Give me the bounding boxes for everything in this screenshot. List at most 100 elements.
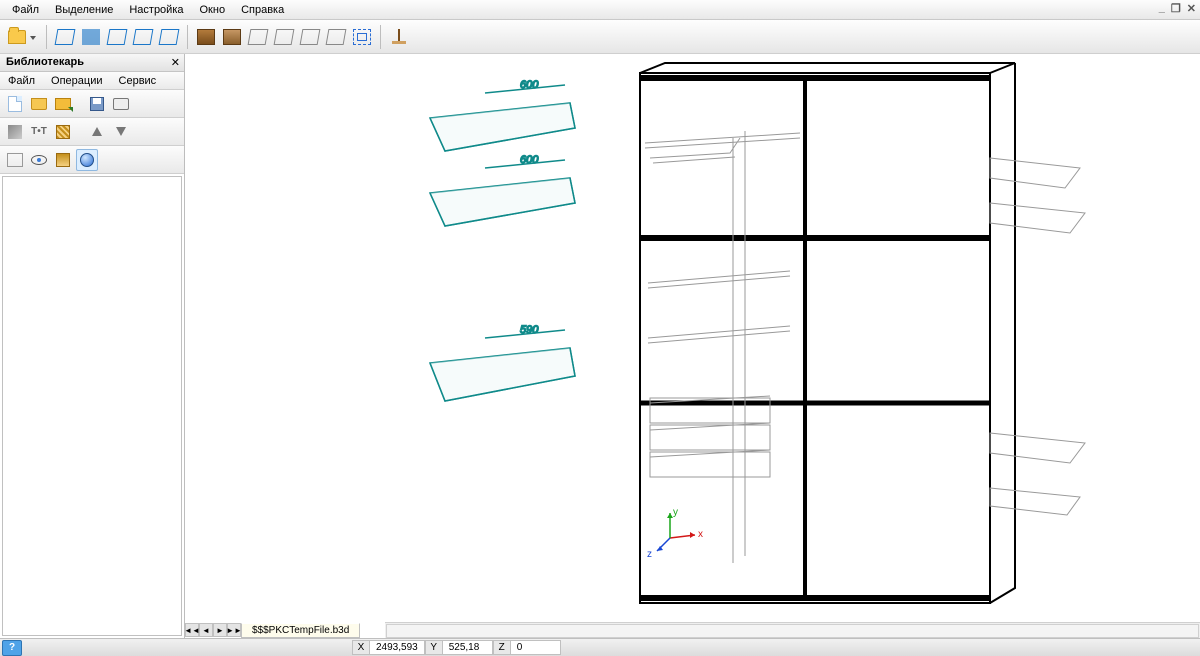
help-button[interactable]: ? (2, 640, 22, 656)
dimension-label: 590 (520, 324, 539, 336)
panel-grid-button[interactable] (52, 149, 74, 171)
panel-title: Библиотекарь ✕ (0, 54, 184, 72)
panel-eye-button[interactable] (28, 149, 50, 171)
toolbar-separator (380, 25, 381, 49)
menu-settings[interactable]: Настройка (121, 2, 191, 18)
new-doc-icon (8, 96, 22, 112)
panel-down-button[interactable] (110, 121, 132, 143)
menu-window[interactable]: Окно (192, 2, 234, 18)
menu-help[interactable]: Справка (233, 2, 292, 18)
stand-icon (390, 29, 408, 45)
panel-menu-operations[interactable]: Операции (43, 73, 110, 89)
dimension-label: 600 (520, 79, 539, 91)
restore-button[interactable]: ❐ (1171, 2, 1181, 15)
coord-y-value: 525,18 (443, 640, 493, 655)
arrow-up-icon (92, 127, 102, 136)
coord-z-value: 0 (511, 640, 561, 655)
panel-new-button[interactable] (4, 93, 26, 115)
panel-list[interactable] (2, 176, 182, 636)
wood-material-icon (197, 29, 215, 45)
panel-open-button[interactable] (28, 93, 50, 115)
wireframe-icon (133, 29, 154, 45)
tab-nav-first[interactable]: ◄◄ (185, 623, 199, 637)
menu-file[interactable]: Файл (4, 2, 47, 18)
import-icon (55, 98, 71, 110)
librarian-panel: Библиотекарь ✕ Файл Операции Сервис T•T (0, 54, 185, 638)
wand-icon (8, 125, 22, 139)
print-icon (113, 98, 129, 110)
axis-y-label: y (673, 507, 678, 518)
status-bar: ? X 2493,593 Y 525,18 Z 0 (0, 638, 1200, 656)
selection-tool[interactable] (350, 25, 374, 49)
viewport[interactable]: 600 600 590 (185, 54, 1200, 638)
document-tabs: ◄◄ ◄ ► ►► $$$PKCTempFile.b3d (185, 622, 360, 638)
panel-print-button[interactable] (110, 93, 132, 115)
box-icon (300, 29, 321, 45)
text-icon: T•T (31, 126, 47, 137)
view-shaded[interactable] (79, 25, 103, 49)
panel-wand-button[interactable] (4, 121, 26, 143)
eye-icon (31, 155, 47, 165)
toolbar-separator (187, 25, 188, 49)
panel-text-button[interactable]: T•T (28, 121, 50, 143)
panel-title-text: Библиотекарь (6, 56, 84, 68)
scrollbar-horizontal[interactable] (385, 622, 1200, 638)
hatch-icon (56, 125, 70, 139)
tab-nav-last[interactable]: ►► (227, 623, 241, 637)
view-wireframe-3[interactable] (131, 25, 155, 49)
document-tab[interactable]: $$$PKCTempFile.b3d (241, 623, 360, 638)
wood-material-icon (223, 29, 241, 45)
dimension-icon (7, 153, 23, 167)
box-icon (274, 29, 295, 45)
panel-up-button[interactable] (86, 121, 108, 143)
view-mode-4[interactable] (324, 25, 348, 49)
panel-close-button[interactable]: ✕ (171, 56, 180, 69)
panel-import-button[interactable] (52, 93, 74, 115)
arrow-down-icon (116, 127, 126, 136)
shaded-icon (82, 29, 100, 45)
close-button[interactable]: ✕ (1187, 2, 1196, 15)
panel-hatch-button[interactable] (52, 121, 74, 143)
minimize-button[interactable]: _ (1159, 2, 1165, 15)
save-icon (90, 97, 104, 111)
coordinate-readout: X 2493,593 Y 525,18 Z 0 (352, 640, 561, 655)
panel-toolbar-2: T•T (0, 118, 184, 146)
3d-canvas[interactable]: 600 600 590 (185, 54, 1200, 638)
grid-icon (56, 153, 70, 167)
material-1[interactable] (194, 25, 218, 49)
main-toolbar (0, 20, 1200, 54)
folder-icon (31, 98, 47, 110)
tab-nav-prev[interactable]: ◄ (199, 623, 213, 637)
coord-x-value: 2493,593 (370, 640, 425, 655)
view-mode-1[interactable] (246, 25, 270, 49)
view-wireframe-1[interactable] (53, 25, 77, 49)
view-mode-2[interactable] (272, 25, 296, 49)
open-button[interactable] (4, 25, 40, 49)
panel-shade-button[interactable] (76, 149, 98, 171)
panel-menu-file[interactable]: Файл (0, 73, 43, 89)
menu-selection[interactable]: Выделение (47, 2, 121, 18)
dimension-label: 600 (520, 154, 539, 166)
view-mode-3[interactable] (298, 25, 322, 49)
coord-y-label: Y (425, 640, 443, 655)
panel-toolbar-3 (0, 146, 184, 174)
coord-z-label: Z (493, 640, 511, 655)
material-2[interactable] (220, 25, 244, 49)
wireframe-icon (159, 29, 180, 45)
panel-save-button[interactable] (86, 93, 108, 115)
scrollbar-track[interactable] (386, 624, 1199, 638)
panel-menu-service[interactable]: Сервис (111, 73, 165, 89)
view-wireframe-4[interactable] (157, 25, 181, 49)
box-icon (326, 29, 347, 45)
content-area: Библиотекарь ✕ Файл Операции Сервис T•T (0, 54, 1200, 638)
tab-nav-next[interactable]: ► (213, 623, 227, 637)
stand-tool[interactable] (387, 25, 411, 49)
wireframe-icon (107, 29, 128, 45)
view-wireframe-2[interactable] (105, 25, 129, 49)
wireframe-icon (55, 29, 76, 45)
axis-z-label: z (647, 549, 652, 560)
axis-x-label: x (698, 529, 703, 540)
panel-menu: Файл Операции Сервис (0, 72, 184, 90)
panel-dim-button[interactable] (4, 149, 26, 171)
selection-icon (353, 29, 371, 45)
